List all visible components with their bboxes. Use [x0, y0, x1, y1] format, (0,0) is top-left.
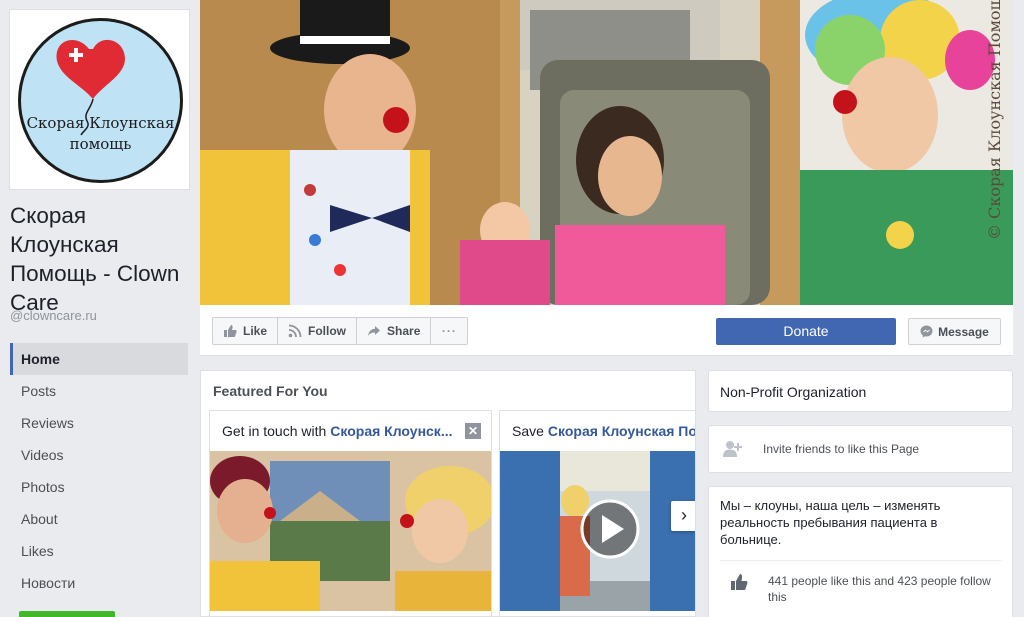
card-page-link[interactable]: Скорая Клоунск...: [330, 423, 452, 439]
nav-item-home[interactable]: Home: [10, 343, 188, 375]
page-handle[interactable]: @clowncare.ru: [10, 308, 97, 323]
card-video[interactable]: [500, 451, 695, 611]
chevron-right-icon[interactable]: ›: [671, 501, 695, 531]
left-column: Скорая Клоунская помощь Скорая Клоунская…: [0, 0, 200, 617]
add-friend-icon: [723, 441, 742, 457]
featured-title: Featured For You: [213, 383, 328, 399]
message-button[interactable]: Message: [908, 318, 1001, 345]
nav-item-posts[interactable]: Posts: [10, 375, 188, 407]
nav-item-photos[interactable]: Photos: [10, 471, 188, 503]
profile-picture[interactable]: Скорая Клоунская помощь: [9, 9, 190, 190]
featured-section: Featured For You Get in touch with Скора…: [200, 370, 696, 617]
nav-item-videos[interactable]: Videos: [10, 439, 188, 471]
share-button[interactable]: Share: [356, 317, 432, 345]
more-options-button[interactable]: ···: [430, 317, 469, 345]
page-nav: Home Posts Reviews Videos Photos About L…: [10, 343, 188, 599]
cover-watermark: © Скорая Клоунская Помощь: [985, 0, 1004, 240]
thumbs-up-icon: [224, 325, 237, 337]
card-video-thumbnail: [500, 451, 695, 611]
card-image[interactable]: [210, 451, 491, 611]
about-description: Мы – клоуны, наша цель – изменять реальн…: [720, 497, 1001, 561]
messenger-icon: [920, 325, 933, 338]
share-arrow-icon: [368, 326, 381, 336]
featured-card-contact[interactable]: Get in touch with Скорая Клоунск... ✕: [209, 410, 492, 616]
cover-illustration: © Скорая Клоунская Помощь: [200, 0, 1013, 305]
create-page-button[interactable]: [19, 611, 115, 617]
nav-item-likes[interactable]: Likes: [10, 535, 188, 567]
rss-icon: [288, 324, 302, 338]
nav-item-reviews[interactable]: Reviews: [10, 407, 188, 439]
action-bar: Like Follow Share ··· Donate Message: [200, 305, 1013, 356]
cover-photo[interactable]: © Скорая Клоунская Помощь: [200, 0, 1013, 305]
logo-text-line1: Скорая Клоунская: [26, 114, 175, 132]
invite-label: Invite friends to like this Page: [763, 442, 920, 456]
page-title[interactable]: Скорая Клоунская Помощь - Clown Care: [10, 201, 190, 317]
nav-item-about[interactable]: About: [10, 503, 188, 535]
likes-summary[interactable]: 441 people like this and 423 people foll…: [720, 561, 1001, 617]
card-photo: [210, 451, 491, 611]
card-prefix: Get in touch with: [222, 423, 327, 439]
close-icon[interactable]: ✕: [465, 423, 481, 439]
likes-count-text: 441 people like this and 423 people foll…: [768, 574, 991, 604]
about-box: Мы – клоуны, наша цель – изменять реальн…: [708, 486, 1013, 617]
logo-text-line2: помощь: [69, 135, 132, 153]
nav-item-news[interactable]: Новости: [10, 567, 188, 599]
thumbs-up-icon: [731, 574, 748, 590]
page-category[interactable]: Non-Profit Organization: [708, 370, 1013, 412]
page-action-buttons: Like Follow Share ···: [212, 317, 469, 345]
logo: Скорая Клоунская помощь: [18, 18, 183, 183]
follow-button[interactable]: Follow: [277, 317, 358, 345]
invite-friends[interactable]: Invite friends to like this Page: [708, 425, 1013, 473]
card-prefix: Save: [512, 423, 544, 439]
like-button[interactable]: Like: [212, 317, 279, 345]
featured-card-save[interactable]: Save Скорая Клоунская Пом: [499, 410, 695, 616]
heart-balloon-icon: [56, 39, 126, 136]
donate-button[interactable]: Donate: [716, 318, 896, 345]
card-page-link[interactable]: Скорая Клоунская Пом: [548, 423, 695, 439]
